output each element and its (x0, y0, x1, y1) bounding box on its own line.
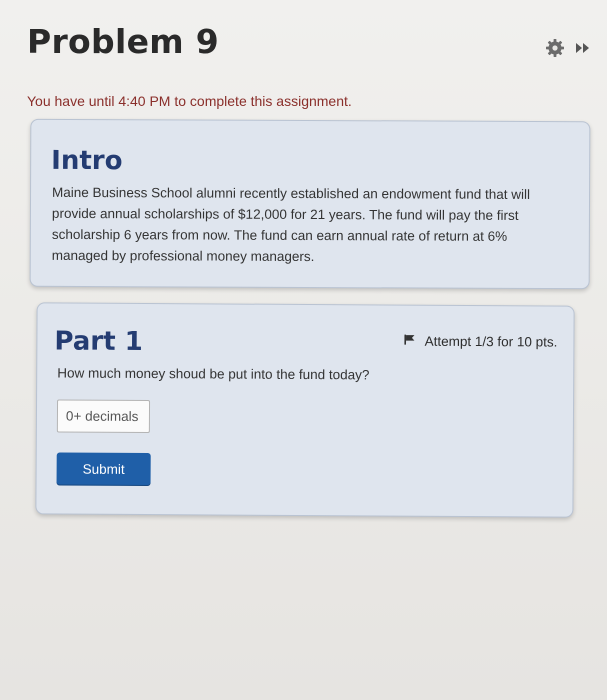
page-title: Problem 9 (27, 22, 219, 61)
intro-text: Maine Business School alumni recently es… (51, 184, 531, 265)
deadline-notice: You have until 4:40 PM to complete this … (27, 93, 352, 109)
part-1-card: Part 1 Attempt 1/3 for 10 pts. How much … (35, 302, 575, 518)
submit-button[interactable]: Submit (56, 452, 151, 487)
fast-forward-icon[interactable] (575, 42, 591, 54)
gear-icon[interactable] (545, 38, 565, 58)
attempt-label: Attempt 1/3 for 10 pts. (424, 333, 558, 350)
part-1-heading: Part 1 (54, 326, 143, 358)
answer-input[interactable] (56, 399, 151, 434)
intro-card: Intro Maine Business School alumni recen… (29, 118, 591, 290)
flag-icon[interactable] (404, 334, 416, 349)
question-text: How much money shoud be put into the fun… (57, 365, 370, 383)
intro-heading: Intro (51, 145, 123, 177)
attempt-status: Attempt 1/3 for 10 pts. (404, 333, 558, 350)
top-toolbar (545, 38, 591, 58)
